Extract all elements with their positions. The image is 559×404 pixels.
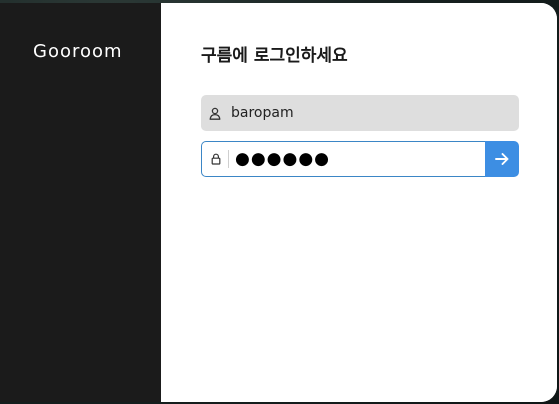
- login-window: Gooroom 구름에 로그인하세요 baropam ●●●●●●: [0, 3, 557, 402]
- lock-icon: [204, 142, 228, 176]
- login-screen: Gooroom 구름에 로그인하세요 baropam ●●●●●●: [0, 0, 559, 404]
- password-field[interactable]: ●●●●●●: [201, 141, 485, 177]
- user-icon: [203, 95, 227, 131]
- login-panel: 구름에 로그인하세요 baropam ●●●●●●: [161, 3, 557, 402]
- username-field[interactable]: baropam: [201, 95, 519, 131]
- brand-panel: Gooroom: [0, 3, 161, 402]
- brand-logo: Gooroom: [33, 41, 123, 62]
- password-value: ●●●●●●: [235, 149, 331, 169]
- password-row: ●●●●●●: [201, 141, 519, 177]
- password-divider: [228, 150, 229, 168]
- submit-button[interactable]: [485, 141, 519, 177]
- username-value: baropam: [231, 105, 294, 121]
- login-title: 구름에 로그인하세요: [201, 46, 348, 66]
- arrow-right-icon: [495, 153, 509, 165]
